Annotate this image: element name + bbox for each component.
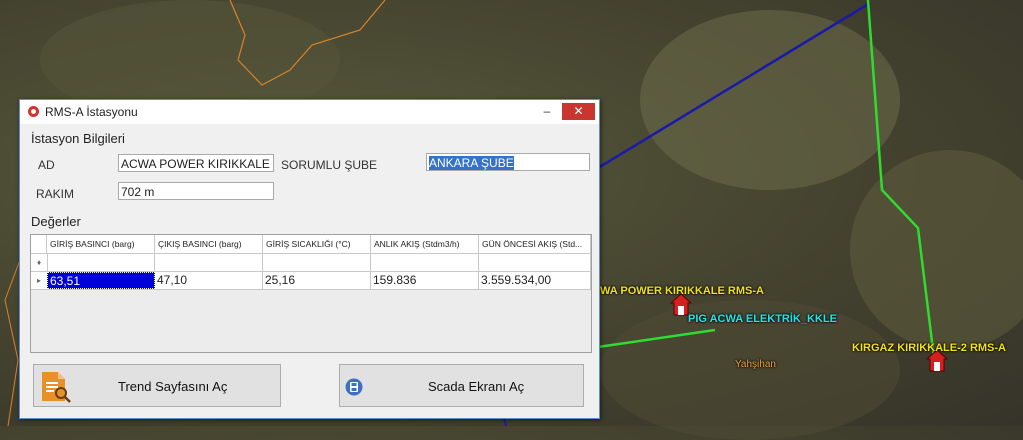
ad-label: AD	[38, 158, 55, 172]
station-dialog: RMS-A İstasyonu ‒ ✕ İstasyon Bilgileri A…	[19, 99, 600, 419]
sube-value: ANKARA ŞUBE	[429, 156, 514, 170]
filter-row-marker: ♦	[31, 254, 48, 271]
blue-pipeline	[597, 1, 871, 170]
table-cell[interactable]: 3.559.534,00	[479, 272, 591, 289]
close-button[interactable]: ✕	[562, 103, 595, 120]
scada-button-label: Scada Ekranı Aç	[428, 379, 525, 394]
table-row[interactable]: ▸ 63,51 47,10 25,16 159.836 3.559.534,00	[31, 272, 591, 290]
scada-button[interactable]: Scada Ekranı Aç	[339, 364, 584, 407]
info-section-title: İstasyon Bilgileri	[31, 131, 125, 146]
filter-cell[interactable]	[371, 254, 479, 271]
trend-button[interactable]: Trend Sayfasını Aç	[33, 364, 281, 407]
app-icon	[28, 106, 39, 117]
green-pipeline	[866, 0, 936, 359]
grid-corner	[31, 235, 47, 253]
report-search-icon	[42, 372, 71, 403]
map-label-kirgaz-station[interactable]: KIRGAZ KIRIKKALE-2 RMS-A	[852, 342, 1006, 354]
filter-cell[interactable]	[155, 254, 263, 271]
rakim-value: 702 m	[121, 185, 155, 199]
column-header[interactable]: GİRİŞ SICAKLIĞI (°C)	[263, 235, 371, 253]
rakim-field[interactable]: 702 m	[118, 182, 274, 200]
column-header[interactable]: ANLIK AKIŞ (Stdm3/h)	[371, 235, 479, 253]
column-header[interactable]: GİRİŞ BASINCI (barg)	[47, 235, 155, 253]
table-cell[interactable]: 25,16	[263, 272, 371, 289]
blue-pipeline	[503, 417, 507, 426]
grid-header: GİRİŞ BASINCI (barg) ÇIKIŞ BASINCI (barg…	[31, 235, 591, 254]
table-cell[interactable]: 159.836	[371, 272, 479, 289]
rakim-label: RAKIM	[36, 187, 75, 201]
filter-cell[interactable]	[47, 254, 155, 271]
boundary-line	[4, 259, 21, 426]
ad-value: ACWA POWER KIRIKKALE	[121, 157, 270, 171]
sube-field[interactable]: ANKARA ŞUBE	[426, 153, 590, 171]
column-header[interactable]: ÇIKIŞ BASINCI (barg)	[155, 235, 263, 253]
save-disk-icon	[345, 378, 363, 396]
map-label-acwa-station[interactable]: WA POWER KIRIKKALE RMS-A	[600, 285, 764, 297]
filter-cell[interactable]	[479, 254, 591, 271]
table-cell[interactable]: 63,51	[47, 272, 155, 289]
sube-label: SORUMLU ŞUBE	[281, 158, 378, 172]
filter-row[interactable]: ♦	[31, 254, 591, 272]
column-header[interactable]: GÜN ÖNCESİ AKIŞ (Std...	[479, 235, 591, 253]
map-label-yahsihan: Yahşihan	[735, 359, 776, 370]
minimize-button[interactable]: ‒	[542, 105, 552, 117]
green-pipeline	[597, 328, 716, 349]
values-grid[interactable]: GİRİŞ BASINCI (barg) ÇIKIŞ BASINCI (barg…	[30, 234, 592, 353]
map-label-pig[interactable]: PIG ACWA ELEKTRİK_KKLE	[688, 313, 837, 325]
filter-cell[interactable]	[263, 254, 371, 271]
dialog-title: RMS-A İstasyonu	[45, 105, 138, 119]
values-section-title: Değerler	[31, 214, 81, 229]
row-marker: ▸	[31, 272, 48, 289]
trend-button-label: Trend Sayfasını Aç	[118, 379, 228, 394]
dialog-titlebar[interactable]: RMS-A İstasyonu ‒ ✕	[20, 100, 599, 124]
boundary-line	[229, 0, 386, 86]
ad-field[interactable]: ACWA POWER KIRIKKALE	[118, 154, 274, 172]
table-cell[interactable]: 47,10	[155, 272, 263, 289]
